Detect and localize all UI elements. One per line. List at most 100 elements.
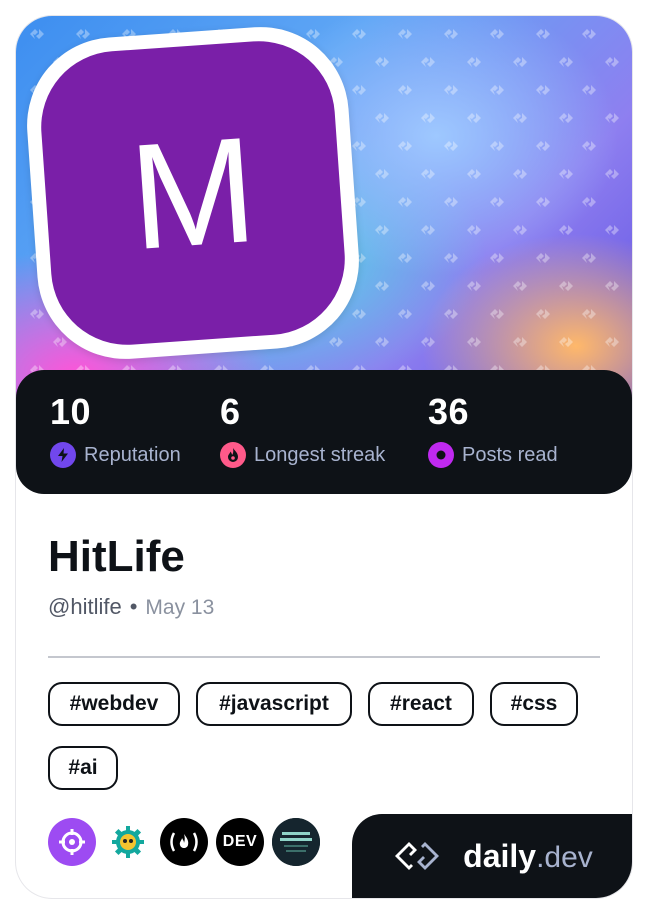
pattern-link-icon (582, 253, 596, 263)
pattern-link-icon (582, 141, 596, 151)
pattern-link-icon (421, 113, 435, 123)
pattern-link-icon (559, 57, 573, 67)
pattern-link-icon (490, 197, 504, 207)
pattern-link-icon (444, 141, 458, 151)
gear-owl-source-icon[interactable] (104, 818, 152, 866)
avatar-letter: M (124, 104, 262, 282)
pattern-link-icon (444, 29, 458, 39)
tag-chip[interactable]: #react (368, 682, 474, 726)
pattern-link-icon (513, 57, 527, 67)
pattern-link-icon (375, 225, 389, 235)
pattern-link-icon (605, 113, 619, 123)
brand-dev-text: .dev (536, 840, 593, 874)
pattern-link-icon (444, 85, 458, 95)
bolt-icon (50, 442, 76, 468)
pattern-link-icon (559, 225, 573, 235)
pattern-link-icon (605, 281, 619, 291)
daily-dev-logo-icon (395, 842, 440, 870)
pattern-link-icon (490, 29, 504, 39)
pattern-link-icon (444, 197, 458, 207)
pattern-link-icon (513, 337, 527, 347)
pattern-link-icon (536, 29, 550, 39)
pattern-link-icon (398, 29, 412, 39)
devcard: M 10 Reputation 6 Longest streak 36 Post… (16, 16, 632, 898)
pattern-link-icon (375, 113, 389, 123)
tag-chip[interactable]: #javascript (196, 682, 352, 726)
pattern-link-icon (398, 85, 412, 95)
pattern-link-icon (421, 281, 435, 291)
pattern-link-icon (398, 197, 412, 207)
pattern-link-icon (375, 57, 389, 67)
pattern-link-icon (352, 141, 366, 151)
pattern-link-icon (467, 225, 481, 235)
pattern-link-icon (536, 197, 550, 207)
pattern-link-icon (444, 309, 458, 319)
profile-meta: @hitlife • May 13 (48, 594, 214, 620)
pattern-link-icon (490, 141, 504, 151)
pattern-link-icon (559, 337, 573, 347)
pattern-link-icon (582, 309, 596, 319)
pattern-link-icon (421, 337, 435, 347)
tag-chip[interactable]: #ai (48, 746, 118, 790)
tag-chip[interactable]: #css (490, 682, 578, 726)
meta-separator: • (129, 594, 138, 619)
pattern-link-icon (421, 57, 435, 67)
username-handle[interactable]: @hitlife (48, 594, 122, 620)
display-name: HitLife (48, 532, 185, 581)
pattern-link-icon (375, 337, 389, 347)
pattern-link-icon (306, 29, 320, 39)
pattern-link-icon (467, 57, 481, 67)
pattern-link-icon (53, 337, 67, 347)
pattern-link-icon (352, 309, 366, 319)
reputation-label: Reputation (84, 443, 181, 466)
pattern-link-icon (559, 113, 573, 123)
pattern-link-icon (513, 281, 527, 291)
pattern-link-icon (421, 169, 435, 179)
pattern-link-icon (76, 29, 90, 39)
streak-value: 6 (220, 391, 241, 432)
pattern-link-icon (536, 85, 550, 95)
pattern-link-icon (467, 169, 481, 179)
thumbnail-source-icon[interactable] (272, 818, 320, 866)
avatar[interactable]: M (36, 36, 350, 350)
pattern-link-icon (605, 337, 619, 347)
reputation-value: 10 (50, 391, 92, 432)
dev-source-icon[interactable]: DEV (216, 818, 264, 866)
pattern-link-icon (490, 253, 504, 263)
pattern-link-icon (536, 309, 550, 319)
flame-icon (220, 442, 246, 468)
freecodecamp-source-icon[interactable] (160, 818, 208, 866)
joined-date: May 13 (145, 596, 215, 619)
tag-chip[interactable]: #webdev (48, 682, 180, 726)
avatar-frame: M (21, 21, 365, 365)
pattern-link-icon (467, 113, 481, 123)
pattern-link-icon (582, 29, 596, 39)
pattern-link-icon (375, 169, 389, 179)
pattern-link-icon (605, 169, 619, 179)
pattern-link-icon (582, 85, 596, 95)
pattern-link-icon (398, 141, 412, 151)
stat-posts-read: 36 Posts read (428, 392, 558, 468)
pattern-link-icon (375, 281, 389, 291)
pattern-link-icon (559, 281, 573, 291)
pattern-link-icon (30, 29, 44, 39)
pattern-link-icon (467, 281, 481, 291)
pattern-link-icon (444, 253, 458, 263)
stats-bar: 10 Reputation 6 Longest streak 36 Posts … (16, 370, 632, 494)
divider (48, 656, 600, 658)
crosshair-source-icon[interactable] (48, 818, 96, 866)
pattern-link-icon (329, 337, 343, 347)
pattern-link-icon (421, 225, 435, 235)
pattern-link-icon (490, 309, 504, 319)
stat-reputation: 10 Reputation (50, 392, 181, 468)
pattern-link-icon (536, 141, 550, 151)
brand-daily-text: daily (463, 837, 537, 874)
pattern-link-icon (352, 29, 366, 39)
pattern-link-icon (605, 225, 619, 235)
pattern-link-icon (398, 309, 412, 319)
pattern-link-icon (605, 57, 619, 67)
pattern-link-icon (352, 85, 366, 95)
stat-longest-streak: 6 Longest streak (220, 392, 385, 468)
pattern-link-icon (490, 85, 504, 95)
pattern-link-icon (398, 253, 412, 263)
